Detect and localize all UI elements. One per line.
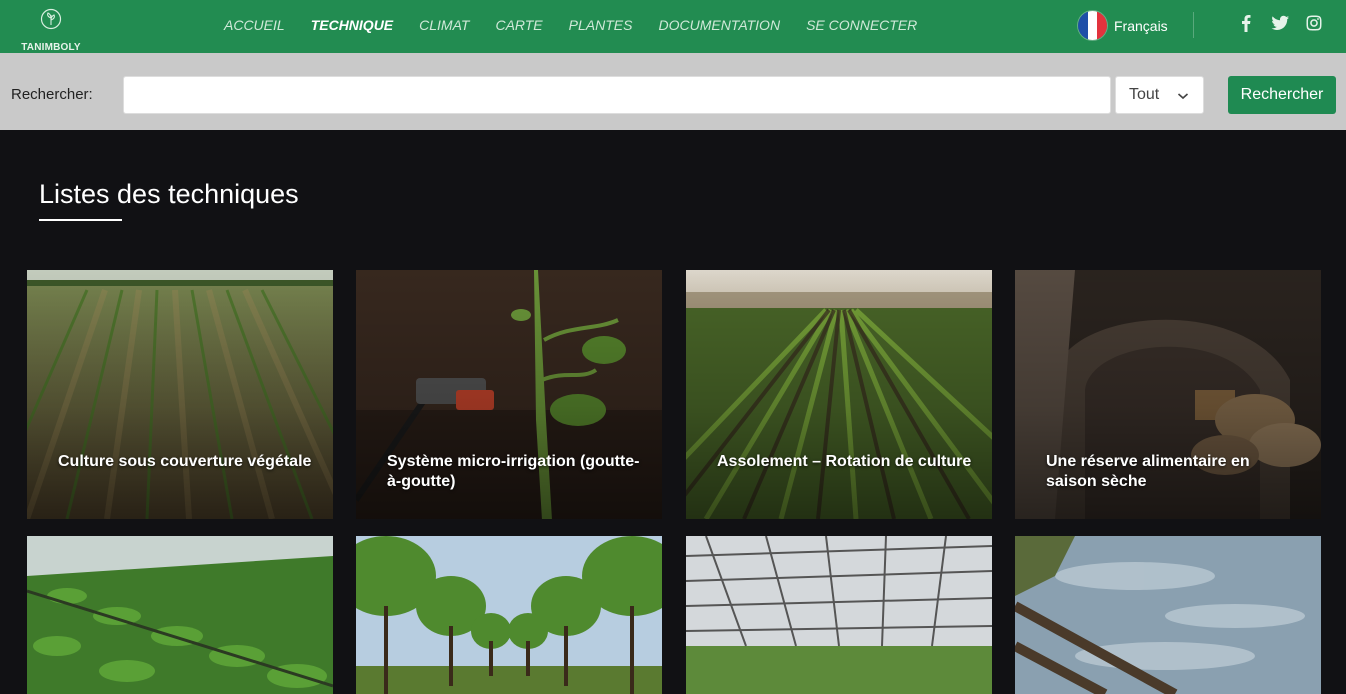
card-title: Une réserve alimentaire en saison sèche	[1046, 453, 1250, 490]
category-filter-select[interactable]: Tout	[1115, 76, 1204, 114]
card-title: Système micro-irrigation (goutte-à-goutt…	[387, 453, 640, 490]
search-label: Rechercher:	[11, 86, 93, 103]
card-title: Assolement – Rotation de culture	[717, 453, 972, 470]
search-bar: Rechercher: Tout Rechercher	[0, 53, 1346, 130]
instagram-icon[interactable]	[1304, 13, 1324, 33]
nav-item-plantes[interactable]: PLANTES	[569, 17, 633, 33]
seedlings-row-image	[27, 536, 333, 694]
technique-card-agroforestry[interactable]	[356, 536, 662, 694]
category-filter-value: Tout	[1129, 86, 1160, 103]
technique-card-greenhouse-seedlings[interactable]	[27, 536, 333, 694]
nav-item-se-connecter[interactable]: SE CONNECTER	[806, 17, 917, 33]
nav-item-accueil[interactable]: ACCUEIL	[224, 17, 285, 33]
technique-card-water-storage[interactable]	[1015, 536, 1321, 694]
nav-item-climat[interactable]: CLIMAT	[419, 17, 469, 33]
french-flag-icon	[1078, 11, 1107, 40]
main-menu: ACCUEIL TECHNIQUE CLIMAT CARTE PLANTES D…	[224, 17, 943, 33]
chevron-down-icon	[1177, 93, 1189, 100]
technique-card-reserve-alimentaire[interactable]: Une réserve alimentaire en saison sèche	[1015, 270, 1321, 519]
card-title: Culture sous couverture végétale	[58, 453, 312, 470]
language-selector[interactable]: Français	[1078, 11, 1168, 40]
technique-card-greenhouse[interactable]	[686, 536, 992, 694]
language-label: Français	[1114, 17, 1168, 34]
search-button[interactable]: Rechercher	[1228, 76, 1336, 114]
nav-item-documentation[interactable]: DOCUMENTATION	[658, 17, 780, 33]
brand-name: TANIMBOLY	[21, 42, 81, 53]
brand-logo[interactable]: TANIMBOLY	[18, 8, 84, 53]
greenhouse-structure-image	[686, 536, 992, 694]
top-navbar: TANIMBOLY ACCUEIL TECHNIQUE CLIMAT CARTE…	[0, 0, 1346, 53]
nav-item-carte[interactable]: CARTE	[495, 17, 542, 33]
nav-divider	[1193, 12, 1194, 38]
page-title: Listes des techniques	[39, 179, 299, 209]
technique-card-assolement[interactable]: Assolement – Rotation de culture	[686, 270, 992, 519]
leaf-logo-icon	[40, 8, 62, 30]
technique-card-micro-irrigation[interactable]: Système micro-irrigation (goutte-à-goutt…	[356, 270, 662, 519]
title-underline	[39, 219, 122, 221]
search-input[interactable]	[123, 76, 1111, 114]
tree-orchard-image	[356, 536, 662, 694]
social-links	[1236, 13, 1338, 33]
water-channel-image	[1015, 536, 1321, 694]
nav-item-technique[interactable]: TECHNIQUE	[311, 17, 393, 33]
technique-card-culture-couverture[interactable]: Culture sous couverture végétale	[27, 270, 333, 519]
twitter-icon[interactable]	[1270, 13, 1290, 33]
facebook-icon[interactable]	[1236, 13, 1256, 33]
